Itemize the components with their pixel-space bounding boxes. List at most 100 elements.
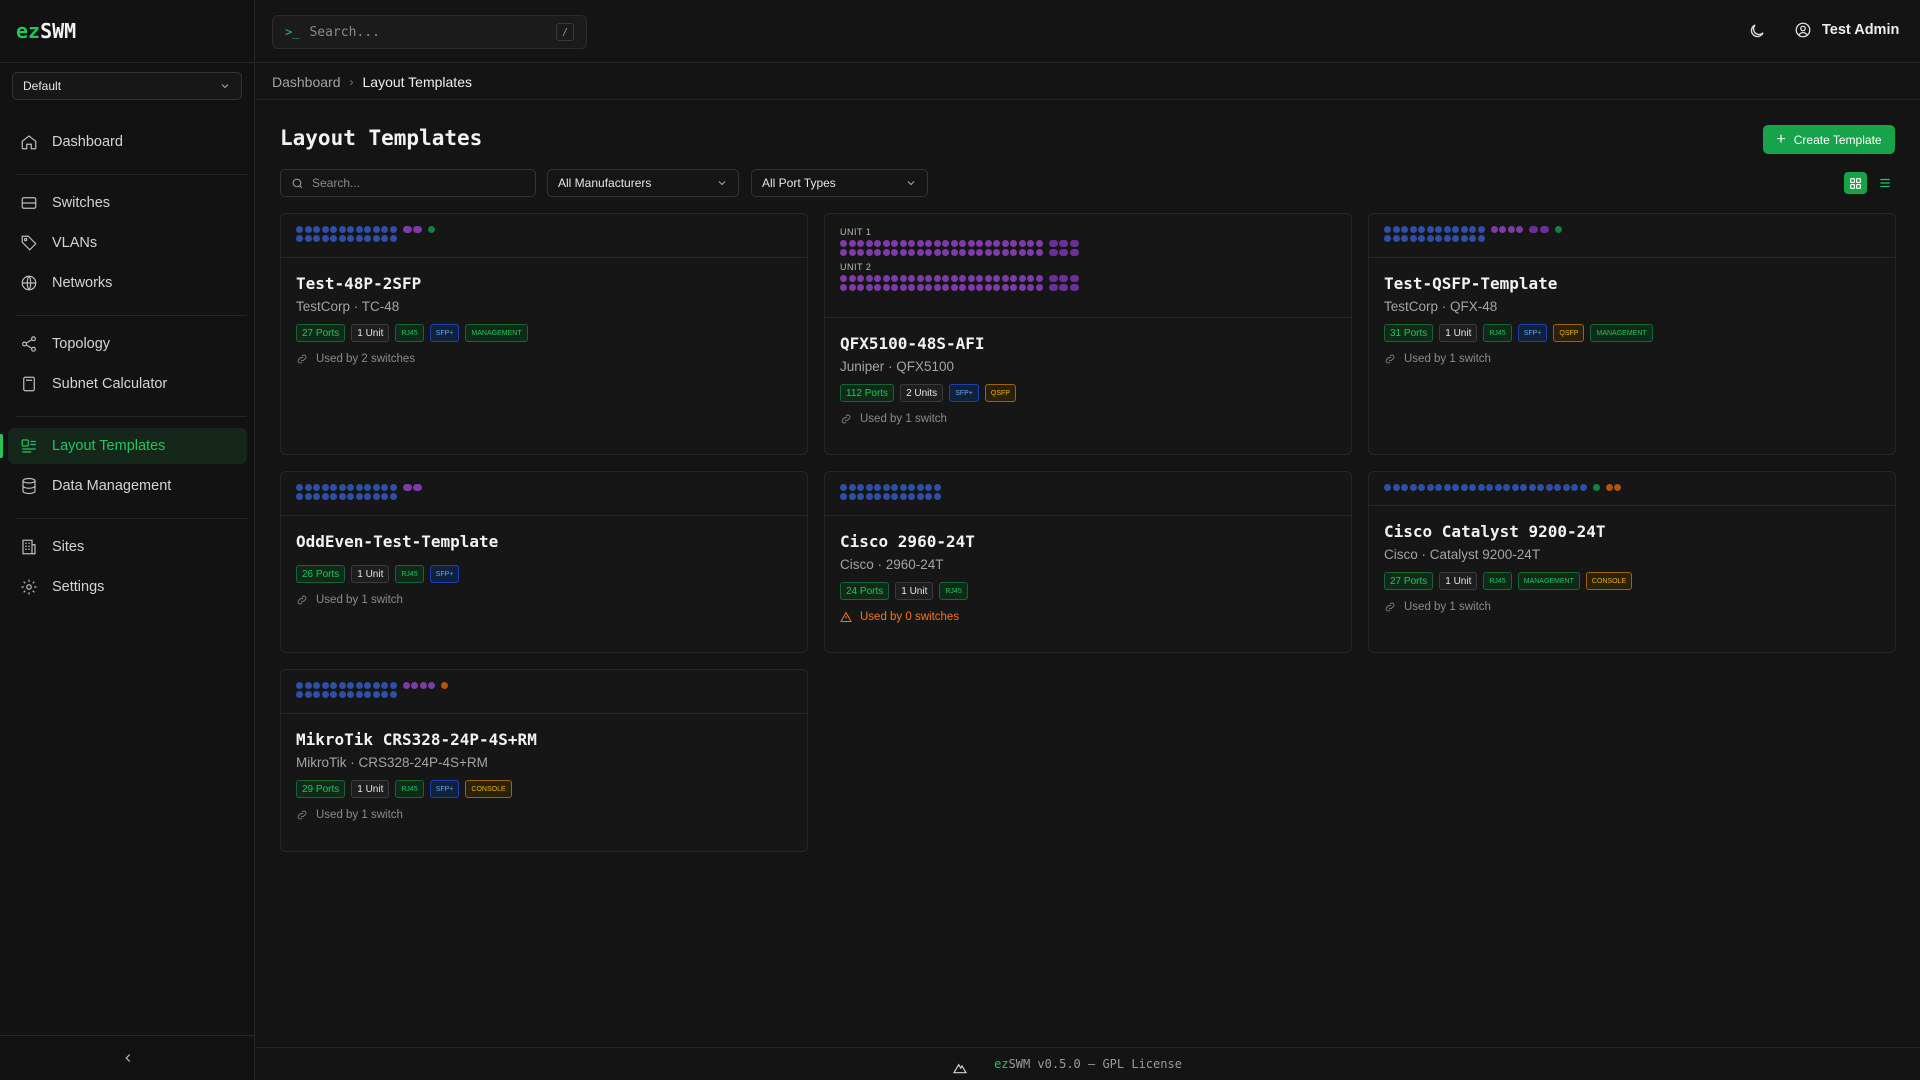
manufacturer-filter[interactable]: All Manufacturers: [547, 169, 739, 197]
port-dot: [950, 249, 958, 256]
port-dot: [1069, 284, 1079, 291]
collapse-sidebar-button[interactable]: [0, 1035, 255, 1080]
port-layout-preview: [281, 670, 807, 714]
template-card[interactable]: UNIT 1 UNIT 2 QFX5100-48S-AFI Juniper · …: [824, 213, 1352, 455]
chevron-down-icon: [221, 84, 229, 89]
moon-icon: [1750, 24, 1764, 38]
template-subtitle: TestCorp · TC-48: [296, 299, 400, 314]
port-dot: [1409, 226, 1417, 233]
sidebar-item-topology[interactable]: Topology: [8, 326, 247, 362]
ports-badge: 112 Ports: [840, 384, 895, 402]
app-logo[interactable]: ez SWM: [0, 0, 254, 63]
port-group: [1554, 226, 1562, 233]
sidebar-item-vlans[interactable]: VLANs: [8, 225, 247, 261]
site-select[interactable]: Default: [12, 72, 242, 100]
port-dot: [916, 240, 924, 247]
command-search[interactable]: >_ Search... /: [272, 15, 587, 49]
port-dot: [874, 275, 881, 282]
sidebar: ez SWM Default Dashboard Switches VLANs N…: [0, 0, 255, 1080]
template-card[interactable]: Test-QSFP-Template TestCorp · QFX-48 31 …: [1368, 213, 1896, 455]
sidebar-item-layout-templates[interactable]: Layout Templates: [8, 428, 247, 464]
sidebar-item-switches[interactable]: Switches: [8, 185, 247, 221]
home-icon: [21, 135, 37, 150]
port-dot: [1018, 249, 1026, 256]
template-card[interactable]: Test-48P-2SFP TestCorp · TC-48 27 Ports …: [280, 213, 808, 455]
template-search-input[interactable]: Search...: [280, 169, 536, 197]
port-dot: [1435, 226, 1442, 233]
port-dot: [364, 484, 371, 491]
units-badge: 1 Unit: [1439, 572, 1478, 590]
port-dot: [338, 493, 346, 500]
port-dot: [372, 682, 380, 689]
template-card[interactable]: Cisco Catalyst 9200-24T Cisco · Catalyst…: [1368, 471, 1896, 653]
port-dot: [1001, 249, 1009, 256]
port-dot: [381, 484, 388, 491]
port-dot: [1035, 275, 1043, 282]
manufacturer-filter-value: All Manufacturers: [558, 176, 652, 190]
port-dot: [330, 226, 337, 233]
sidebar-item-sites[interactable]: Sites: [8, 529, 247, 565]
port-group: [840, 275, 1043, 291]
port-dot: [899, 240, 907, 247]
port-dot: [891, 284, 898, 291]
port-type-filter[interactable]: All Port Types: [751, 169, 928, 197]
template-name: Cisco 2960-24T: [840, 532, 975, 551]
unit-label: UNIT 2: [840, 262, 872, 272]
usage-text: Used by 2 switches: [316, 353, 416, 365]
list-view-button[interactable]: [1874, 172, 1896, 194]
grid-view-button[interactable]: [1844, 172, 1867, 194]
port-dot: [865, 275, 873, 282]
port-dot: [857, 240, 864, 247]
port-dot: [976, 240, 983, 247]
breadcrumb-dashboard[interactable]: Dashboard: [272, 74, 341, 90]
units-badge: 1 Unit: [895, 582, 934, 600]
port-dot: [402, 484, 412, 491]
port-dot: [1059, 275, 1068, 282]
usage-info: Used by 2 switches: [296, 353, 792, 365]
sidebar-item-subnet-calculator[interactable]: Subnet Calculator: [8, 366, 247, 402]
template-subtitle: TestCorp · QFX-48: [1384, 299, 1498, 314]
port-dot: [993, 284, 1000, 291]
sidebar-item-networks[interactable]: Networks: [8, 265, 247, 301]
port-dot: [882, 240, 890, 247]
theme-toggle-button[interactable]: [1748, 22, 1768, 42]
link-icon: [1385, 354, 1395, 364]
sidebar-item-data-management[interactable]: Data Management: [8, 468, 247, 504]
port-dot: [959, 275, 966, 282]
port-dot: [364, 235, 371, 242]
port-dot: [372, 484, 380, 491]
template-card[interactable]: MikroTik CRS328-24P-4S+RM MikroTik · CRS…: [280, 669, 808, 852]
nuxt-devtools-icon[interactable]: [952, 1060, 968, 1076]
port-dot: [865, 284, 873, 291]
sidebar-item-label: Settings: [52, 579, 105, 595]
user-name: Test Admin: [1822, 22, 1900, 38]
port-dot: [1401, 226, 1408, 233]
shortcut-hint: /: [556, 23, 574, 41]
port-dot: [381, 226, 388, 233]
sidebar-item-dashboard[interactable]: Dashboard: [8, 124, 247, 160]
chevron-left-icon: [124, 1054, 130, 1062]
link-icon: [297, 595, 307, 605]
port-dot: [857, 493, 864, 500]
template-card[interactable]: OddEven-Test-Template 26 Ports 1 Unit RJ…: [280, 471, 808, 653]
port-dot: [313, 484, 320, 491]
port-group: [1384, 484, 1587, 491]
port-dot: [330, 493, 337, 500]
template-card[interactable]: Cisco 2960-24T Cisco · 2960-24T 24 Ports…: [824, 471, 1352, 653]
port-type-badge: MANAGEMENT: [465, 324, 528, 342]
sidebar-item-settings[interactable]: Settings: [8, 569, 247, 605]
template-name: Test-48P-2SFP: [296, 274, 422, 293]
port-dot: [347, 484, 354, 491]
port-dot: [1010, 284, 1017, 291]
create-template-button[interactable]: + Create Template: [1763, 125, 1895, 154]
port-dot: [313, 691, 320, 698]
user-menu[interactable]: Test Admin: [1794, 21, 1899, 39]
port-dot: [840, 484, 847, 491]
port-dot: [942, 240, 949, 247]
link-icon: [1385, 602, 1395, 612]
port-type-badge: CONSOLE: [1585, 572, 1633, 590]
port-dot: [891, 275, 898, 282]
port-group: [441, 682, 448, 689]
port-dot: [848, 249, 856, 256]
port-group: [1605, 484, 1621, 491]
